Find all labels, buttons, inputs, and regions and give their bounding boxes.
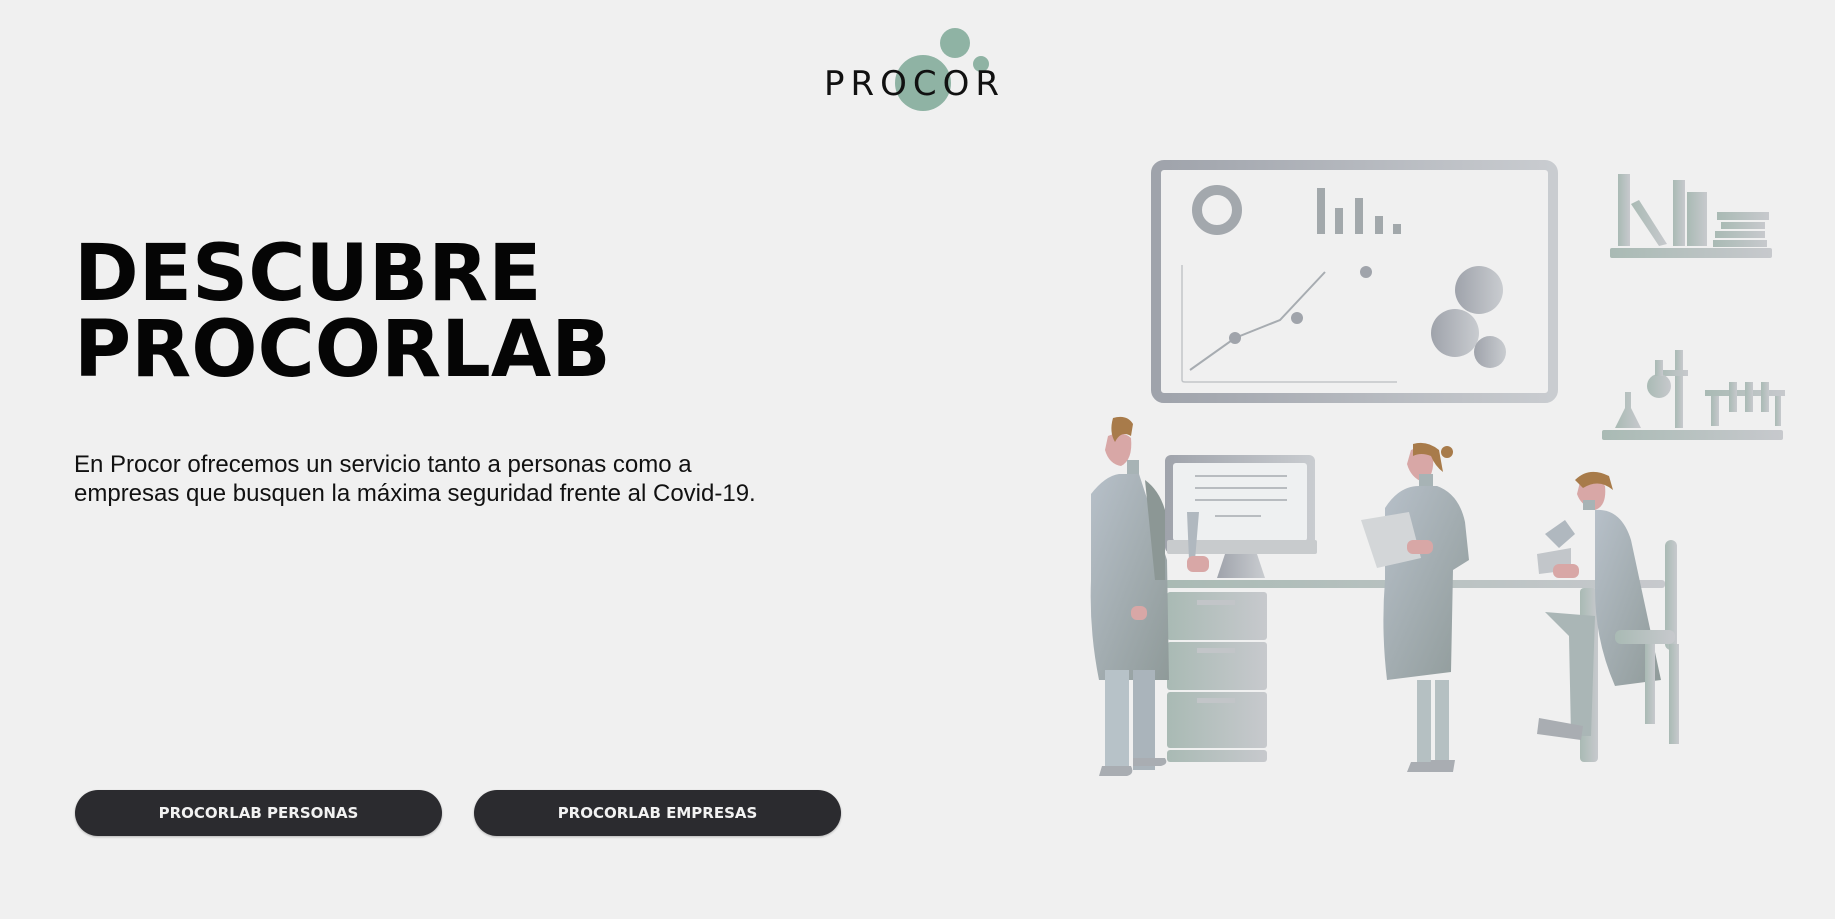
- description-line-2: empresas que busquen la máxima seguridad…: [74, 480, 756, 507]
- description-line-1: En Procor ofrecemos un servicio tanto a …: [74, 451, 692, 478]
- title-line-2: PROCORLAB: [74, 305, 611, 395]
- laboratory-scientists-icon: [1090, 160, 1785, 776]
- procor-logo[interactable]: PROCOR: [820, 24, 1020, 114]
- hero-description: En Procor ofrecemos un servicio tanto a …: [74, 450, 974, 508]
- title-line-1: DESCUBRE: [74, 229, 542, 319]
- procorlab-personas-button[interactable]: PROCORLAB PERSONAS: [75, 790, 442, 836]
- procorlab-empresas-button[interactable]: PROCORLAB EMPRESAS: [474, 790, 841, 836]
- page-title: DESCUBRE PROCORLAB: [74, 229, 611, 395]
- laboratory-illustration: [1075, 160, 1795, 780]
- logo-wordmark: PROCOR: [824, 64, 1006, 104]
